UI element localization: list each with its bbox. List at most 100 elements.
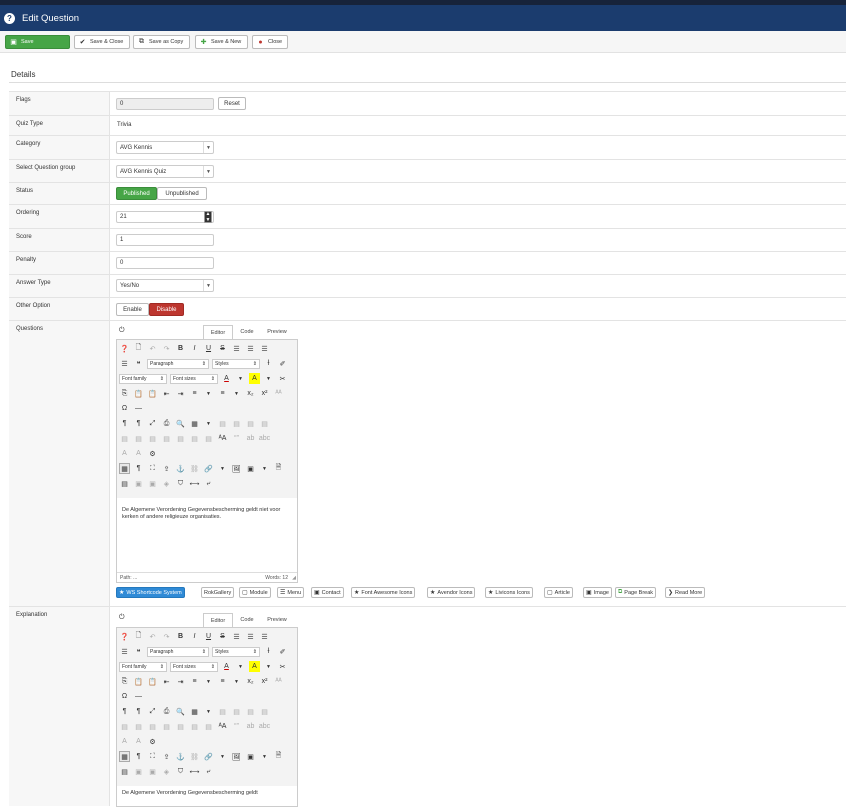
table-cell-icon[interactable]: ▤ [147,433,158,444]
blockquote-icon[interactable]: ❝ [133,358,144,369]
module-button[interactable]: ▢ Module [239,587,271,598]
table-cell-icon[interactable]: ▤ [203,721,214,732]
justify-icon[interactable]: ☰ [119,646,130,657]
link-icon[interactable]: 🔗 [203,751,214,762]
read-more-button[interactable]: ❯ Read More [665,587,706,598]
table-row-icon[interactable]: ▤ [245,418,256,429]
save-copy-button[interactable]: ⧉ Save as Copy [133,35,190,49]
template-icon[interactable]: ▤ [119,478,130,489]
font-family-dropdown[interactable]: Font family ⇕ [119,661,167,672]
superscript-icon[interactable]: x² [259,676,270,687]
strikethrough-icon[interactable]: S [217,343,228,354]
paste-icon[interactable]: 📋 [133,676,144,687]
table-cell-icon[interactable]: ▤ [119,721,130,732]
chevron-down-icon[interactable]: ▼ [203,706,214,717]
visual-aid-icon[interactable]: ▦ [119,751,130,762]
iframe-icon[interactable]: ▣ [147,478,158,489]
ordering-stepper[interactable]: ▲ ▼ [204,211,212,223]
select-all-icon[interactable]: ⛶ [147,463,158,474]
table-icon[interactable]: ▦ [189,418,200,429]
del-icon[interactable]: A [133,448,144,459]
chevron-down-icon[interactable]: ▼ [203,676,214,687]
numbered-list-icon[interactable]: ≡ [189,388,200,399]
document-icon[interactable]: 🗎 [273,751,284,762]
tab-editor[interactable]: Editor [203,613,233,627]
table-cell-icon[interactable]: ▤ [161,721,172,732]
fullscreen-icon[interactable]: ⤢ [147,418,158,429]
abbr-icon[interactable]: ab [245,721,256,732]
blockquote-icon[interactable]: ❝ [133,646,144,657]
table-delete-icon[interactable]: ▤ [231,706,242,717]
align-left-icon[interactable]: ☰ [231,631,242,642]
chevron-down-icon[interactable]: ▼ [203,388,214,399]
visual-aid-icon[interactable]: ▦ [119,463,130,474]
spellcheck-icon[interactable]: ᴬA [217,721,228,732]
table-row-icon[interactable]: ▤ [245,706,256,717]
chevron-down-icon[interactable]: ▼ [231,676,242,687]
close-button[interactable]: ● Close [252,35,288,49]
anchor-icon[interactable]: ⚓ [175,751,186,762]
document-icon[interactable]: 🗎 [273,463,284,474]
table-cell-icon[interactable]: ▤ [147,721,158,732]
ws-shortcode-button[interactable]: ★ WS Shortcode System [116,587,185,598]
table-cell-icon[interactable]: ▤ [133,433,144,444]
italic-icon[interactable]: I [189,631,200,642]
category-select[interactable]: AVG Kennis ▼ [116,141,214,154]
ordering-input[interactable]: 21 [116,211,214,223]
cut-icon[interactable]: ✂ [277,661,288,672]
save-new-button[interactable]: ✚ Save & New [195,35,248,49]
questions-text[interactable]: De Algemene Verordening Gegevensbescherm… [122,507,294,521]
underline-icon[interactable]: U [203,631,214,642]
font-awesome-button[interactable]: ★ Font Awesome Icons [351,587,416,598]
justify-icon[interactable]: ☰ [119,358,130,369]
paste-text-icon[interactable]: 📋 [147,676,158,687]
horizontal-rule-icon[interactable]: — [133,691,144,702]
answer-type-select[interactable]: Yes/No ▼ [116,279,214,292]
text-color-icon[interactable]: A [221,661,232,672]
styles-dropdown[interactable]: Styles ⇕ [212,358,260,369]
highlight-color-icon[interactable]: A [249,661,260,672]
text-case-icon[interactable]: ᴬᴬ [273,388,284,399]
unlink-icon[interactable]: ⛓ [189,463,200,474]
strikethrough-icon[interactable]: S [217,631,228,642]
chevron-down-icon[interactable]: ▼ [235,661,246,672]
score-input[interactable]: 1 [116,234,214,246]
flags-input[interactable]: 0 [116,98,214,110]
text-case-icon[interactable]: ᴬᴬ [273,676,284,687]
redo-icon[interactable]: ↷ [161,631,172,642]
power-icon[interactable]: ⏻ [119,614,125,622]
table-col-icon[interactable]: ▤ [259,706,270,717]
acronym-icon[interactable]: abc [259,721,270,732]
chevron-down-icon[interactable]: ▼ [217,463,228,474]
style-icon[interactable]: ◈ [161,766,172,777]
align-center-icon[interactable]: ☰ [245,631,256,642]
paste-text-icon[interactable]: 📋 [147,388,158,399]
copy-icon[interactable]: ⎘ [119,388,130,399]
tab-editor[interactable]: Editor [203,325,233,339]
question-group-select[interactable]: AVG Kennis Quiz ▼ [116,165,214,178]
page-break-button[interactable]: ⧉ Page Break [615,587,657,598]
outdent-icon[interactable]: ⇤ [161,388,172,399]
help-icon[interactable]: ❓ [119,631,130,642]
settings-icon[interactable]: ⚙ [147,736,158,747]
font-size-dropdown[interactable]: Font sizes ⇕ [170,661,218,672]
settings-icon[interactable]: ⚙ [147,448,158,459]
new-document-icon[interactable]: 🗋 [133,631,144,642]
print-icon[interactable]: ⎙ [161,418,172,429]
indent-icon[interactable]: ⇥ [175,388,186,399]
align-right-icon[interactable]: ☰ [259,343,270,354]
embed-icon[interactable]: ▣ [133,766,144,777]
paragraph-dropdown[interactable]: Paragraph ⇕ [147,646,209,657]
font-size-dropdown[interactable]: Font sizes ⇕ [170,373,218,384]
table-props-icon[interactable]: ▤ [217,706,228,717]
power-icon[interactable]: ⏻ [119,327,125,335]
table-cell-icon[interactable]: ▤ [161,433,172,444]
show-blocks-icon[interactable]: ¶ [133,751,144,762]
omega-icon[interactable]: Ω [119,691,130,702]
upload-icon[interactable]: ⇪ [161,751,172,762]
cut-icon[interactable]: ✂ [277,373,288,384]
table-cell-icon[interactable]: ▤ [133,721,144,732]
subscript-icon[interactable]: x₂ [245,676,256,687]
print-icon[interactable]: ⎙ [161,706,172,717]
ins-icon[interactable]: A [119,448,130,459]
